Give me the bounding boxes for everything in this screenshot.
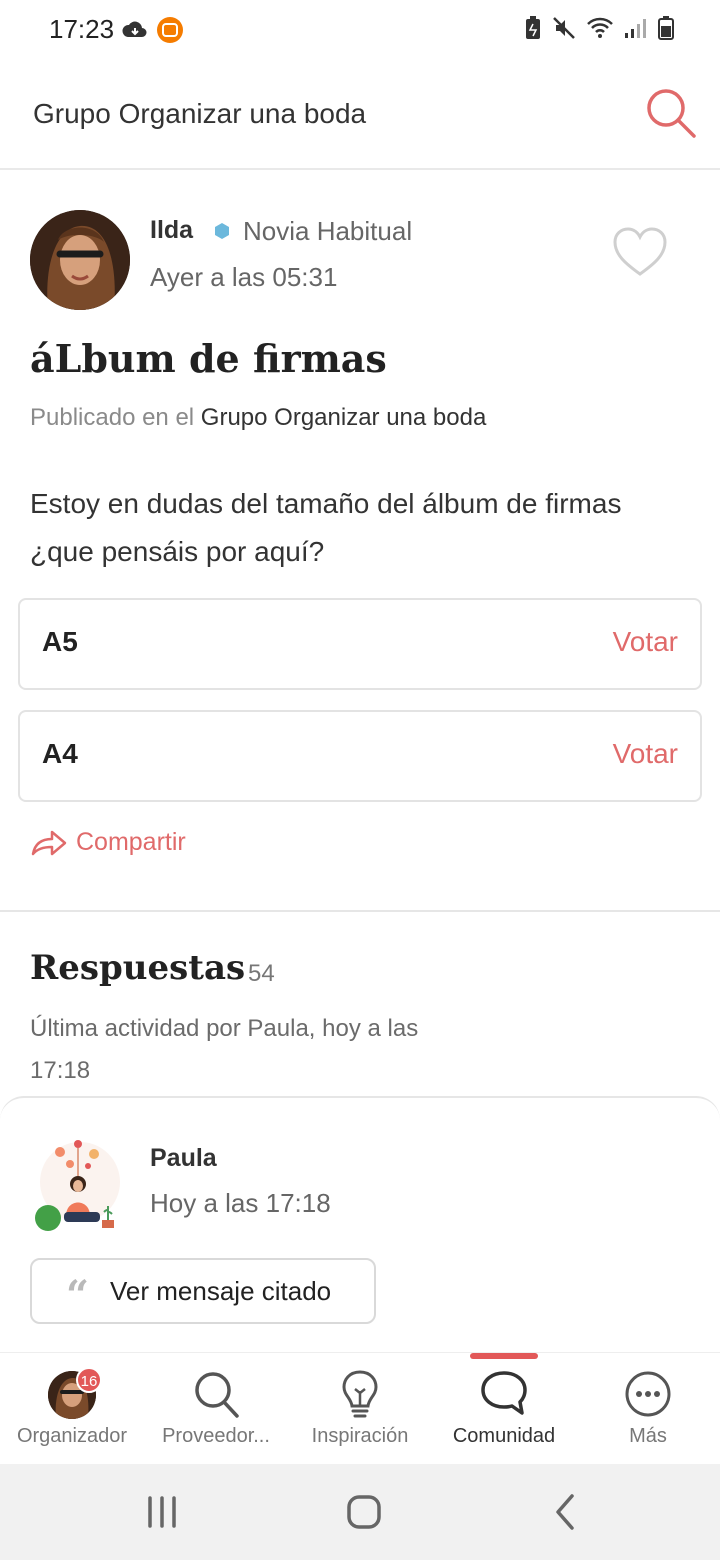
heart-icon[interactable] xyxy=(612,226,668,278)
share-arrow-icon xyxy=(31,830,67,855)
author-role: Novia Habitual xyxy=(243,216,413,246)
replies-count: 54 xyxy=(248,960,275,987)
signal-icon xyxy=(625,19,646,38)
battery-icon xyxy=(658,16,674,40)
post-title: áLbum de firmas xyxy=(30,336,387,381)
cloud-icon xyxy=(122,21,147,37)
reply-timestamp: Hoy a las 17:18 xyxy=(150,1188,331,1218)
status-bar: 17:23 xyxy=(0,0,720,60)
author-name[interactable]: Ilda xyxy=(150,216,193,245)
nav-label: Más xyxy=(629,1425,667,1447)
quote-icon: “ xyxy=(66,1272,90,1319)
nav-item-inspiracion[interactable]: Inspiración xyxy=(288,1353,432,1465)
home-icon[interactable] xyxy=(344,1492,384,1532)
share-button[interactable]: Compartir xyxy=(30,828,186,857)
avatar[interactable] xyxy=(30,210,130,310)
nav-label: Comunidad xyxy=(452,1425,556,1447)
poll-option-label: A4 xyxy=(42,738,78,769)
published-prefix: Publicado en el xyxy=(30,404,195,431)
lightbulb-icon xyxy=(342,1370,378,1418)
view-quoted-message-button[interactable]: “ Ver mensaje citado xyxy=(30,1258,376,1324)
share-label: Compartir xyxy=(76,828,186,856)
mi-app-icon xyxy=(157,17,183,43)
nav-item-organizador[interactable]: 16 Organizador xyxy=(0,1353,144,1465)
poll-option-label: A5 xyxy=(42,626,78,657)
nav-label: Inspiración xyxy=(311,1425,409,1447)
status-time: 17:23 xyxy=(49,14,115,44)
hexagon-badge-icon xyxy=(215,223,229,239)
bottom-navigation: 16 Organizador Proveedor... Inspiración … xyxy=(0,1352,720,1464)
divider xyxy=(0,910,720,912)
wifi-icon xyxy=(587,17,613,38)
more-icon xyxy=(625,1371,671,1417)
search-icon xyxy=(195,1372,239,1418)
replies-title: Respuestas xyxy=(30,948,246,988)
back-icon[interactable] xyxy=(550,1492,580,1532)
search-icon[interactable] xyxy=(642,84,698,140)
reply-author[interactable]: Paula xyxy=(150,1144,217,1173)
group-link[interactable]: Grupo Organizar una boda xyxy=(201,404,487,431)
battery-saver-icon xyxy=(526,16,540,39)
post-timestamp: Ayer a las 05:31 xyxy=(150,262,338,292)
published-in: Publicado en el Grupo Organizar una boda xyxy=(30,404,486,432)
quote-button-label: Ver mensaje citado xyxy=(110,1276,332,1306)
recent-apps-icon[interactable] xyxy=(144,1494,180,1530)
vote-button[interactable]: Votar xyxy=(613,626,678,658)
notification-badge: 16 xyxy=(76,1367,102,1393)
nav-item-comunidad[interactable]: Comunidad xyxy=(432,1353,576,1465)
chat-bubble-icon xyxy=(481,1371,527,1415)
app-header: Grupo Organizar una boda xyxy=(0,60,720,170)
mute-icon xyxy=(553,17,575,39)
poll-option[interactable]: A4 Votar xyxy=(18,710,702,802)
nav-label: Organizador xyxy=(16,1425,128,1447)
post-body: Estoy en dudas del tamaño del álbum de f… xyxy=(30,488,622,567)
nav-label: Proveedor... xyxy=(162,1425,270,1447)
nav-item-proveedores[interactable]: Proveedor... xyxy=(144,1353,288,1465)
last-activity: Última actividad por Paula, hoy a las 17… xyxy=(30,1015,419,1084)
page-title: Grupo Organizar una boda xyxy=(33,98,367,129)
poll-option[interactable]: A5 Votar xyxy=(18,598,702,690)
vote-button[interactable]: Votar xyxy=(613,738,678,770)
reply-avatar[interactable] xyxy=(30,1136,124,1232)
system-navigation-bar xyxy=(0,1464,720,1560)
nav-item-mas[interactable]: Más xyxy=(576,1353,720,1465)
